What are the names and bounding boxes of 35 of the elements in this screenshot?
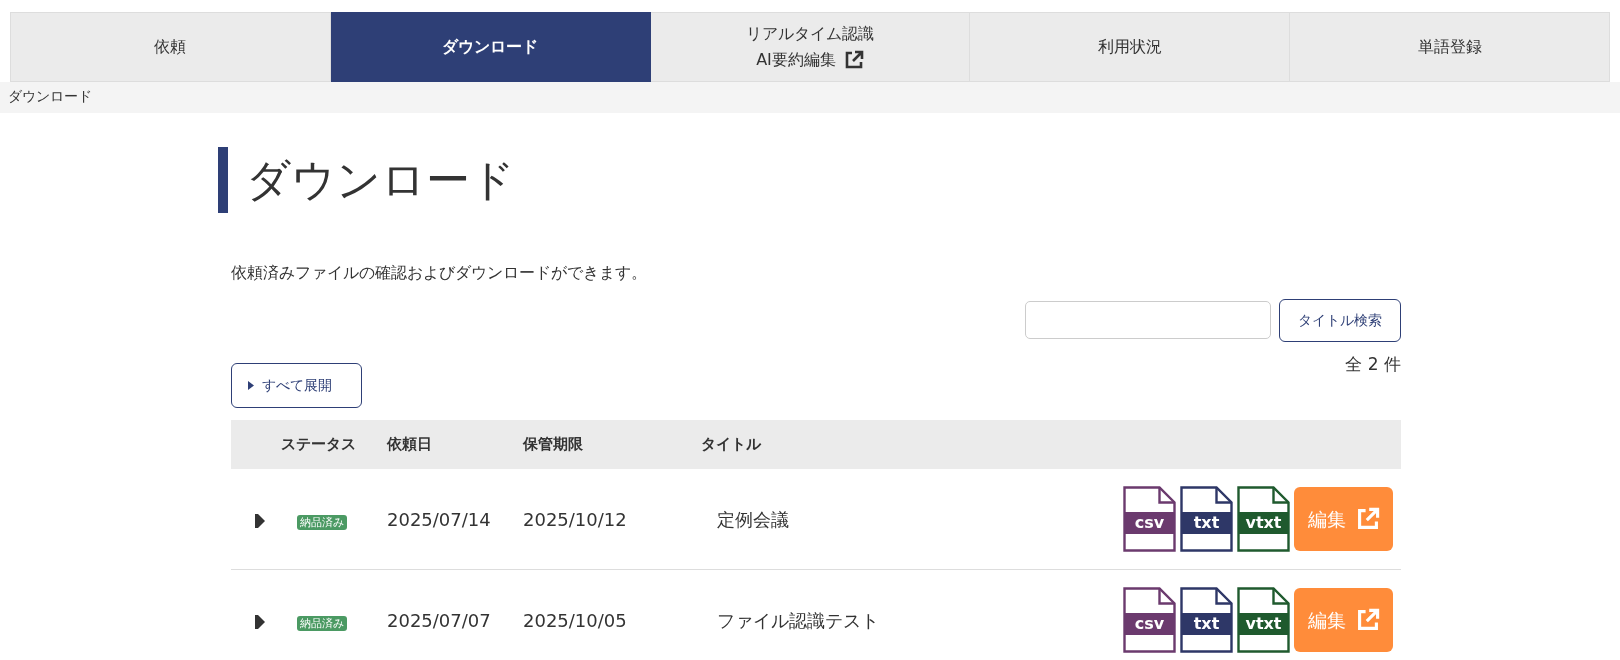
file-download-icon[interactable]: vtxt: [1237, 587, 1290, 653]
external-link-icon: [1355, 507, 1380, 531]
external-link-icon: [1355, 608, 1380, 632]
expiry-date: 2025/10/05: [523, 609, 627, 631]
file-download-icon[interactable]: csv: [1123, 486, 1176, 552]
breadcrumb: ダウンロード: [8, 88, 92, 104]
file-download-icon[interactable]: txt: [1180, 486, 1233, 552]
caret-icon[interactable]: [255, 614, 265, 629]
column-header: 依頼日: [387, 435, 432, 454]
request-date: 2025/07/07: [387, 609, 491, 631]
status-badge: 納品済み: [297, 615, 347, 631]
title-text: 定例会議: [717, 508, 789, 530]
expand-all-button[interactable]: すべて展開: [231, 363, 362, 408]
search-field[interactable]: [1025, 301, 1271, 339]
caret-icon[interactable]: [255, 513, 265, 528]
nav-tab[interactable]: リアルタイム認識 AI要約編集: [650, 12, 971, 82]
file-download-icon[interactable]: txt: [1180, 587, 1233, 653]
request-date: 2025/07/14: [387, 508, 491, 530]
title-text: ファイル認識テスト: [717, 609, 879, 631]
search-button[interactable]: タイトル検索: [1279, 299, 1401, 342]
column-header: ステータス: [281, 435, 356, 454]
nav-tab[interactable]: 単語登録: [1290, 12, 1610, 82]
nav-tab[interactable]: 依頼: [10, 12, 331, 82]
expiry-date: 2025/10/12: [523, 508, 627, 530]
status-badge: 納品済み: [297, 514, 347, 530]
column-header: 保管期限: [523, 435, 583, 454]
file-download-icon[interactable]: csv: [1123, 587, 1176, 653]
page-heading: ダウンロード: [218, 147, 1401, 213]
result-count: 全 2 件: [1345, 353, 1401, 376]
nav-tab[interactable]: ダウンロード: [330, 12, 651, 82]
caret-icon: [248, 381, 254, 390]
description-text: 依頼済みファイルの確認およびダウンロードができます。: [231, 263, 647, 282]
file-download-icon[interactable]: vtxt: [1237, 486, 1290, 552]
nav-tab[interactable]: 利用状況: [970, 12, 1291, 82]
column-header: タイトル: [701, 435, 761, 454]
